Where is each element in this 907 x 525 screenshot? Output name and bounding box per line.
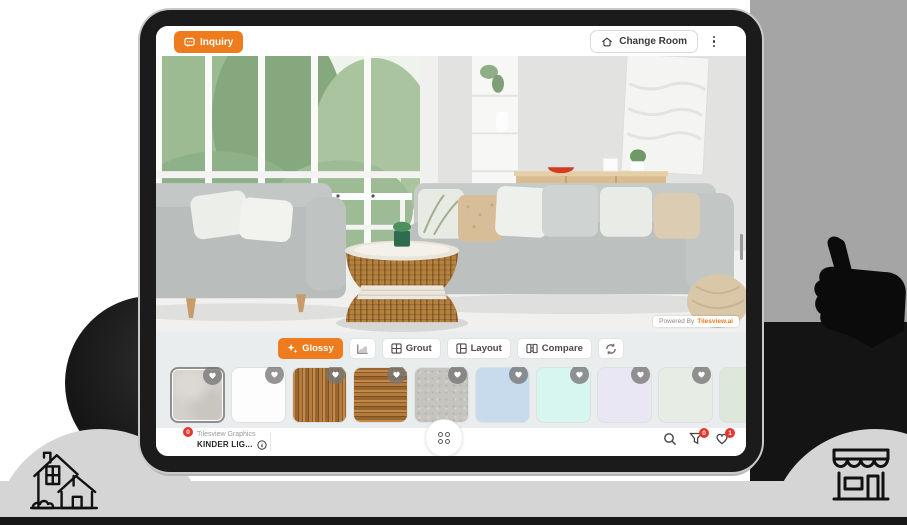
search-icon[interactable] [663, 432, 678, 447]
tilesview-logo[interactable]: 0 [172, 431, 191, 450]
background-bottom-band [0, 481, 907, 517]
favorite-heart-icon[interactable] [631, 367, 650, 384]
change-room-button[interactable]: Change Room [590, 30, 698, 53]
compare-label: Compare [542, 343, 583, 354]
favorites-badge: 1 [725, 428, 735, 438]
finish-toolbar: Glossy Grout [156, 338, 746, 359]
mint-tile[interactable] [536, 367, 591, 423]
compare-icon [526, 343, 538, 354]
product-name: KINDER LIG... [197, 440, 253, 449]
storefront-icon [828, 443, 894, 505]
inquiry-label: Inquiry [200, 37, 233, 48]
compare-button[interactable]: Compare [517, 338, 592, 359]
glossy-button[interactable]: Glossy [278, 338, 343, 359]
footer-divider [270, 433, 271, 451]
brand-block: 0 Tilesview Graphics KINDER LIG... [172, 431, 267, 450]
grout-grid-icon [391, 343, 402, 354]
area-chart-icon [356, 343, 369, 355]
inquiry-button[interactable]: Inquiry [174, 31, 243, 53]
tilesview-brand-text: Tilesview.ai [697, 318, 733, 325]
powered-by-text: Powered By [659, 318, 694, 325]
favorite-heart-icon[interactable] [570, 367, 589, 384]
favorite-heart-icon[interactable] [203, 367, 222, 385]
room-viewer[interactable]: Powered By Tilesview.ai [156, 56, 746, 332]
house-icon [28, 447, 100, 513]
chat-icon [184, 37, 195, 48]
catalog-grid-button[interactable] [425, 419, 463, 456]
lavender-tile[interactable] [597, 367, 652, 423]
layout-icon [456, 343, 467, 354]
tile-swatch-row [156, 367, 746, 427]
filter-icon[interactable]: 0 [689, 432, 704, 447]
refresh-button[interactable] [598, 338, 624, 359]
light-blue-tile[interactable] [475, 367, 530, 423]
grout-label: Grout [406, 343, 432, 354]
scroll-indicator[interactable] [740, 234, 743, 260]
pale-green-tile[interactable] [658, 367, 713, 423]
footer-actions: 0 1 [663, 432, 730, 447]
favorites-icon[interactable]: 1 [715, 432, 730, 447]
grey-stone-tile[interactable] [170, 367, 225, 423]
kebab-menu-button[interactable] [706, 32, 722, 51]
wood-plank-vertical-tile[interactable] [292, 367, 347, 423]
room-photo [156, 56, 746, 332]
tile-panel: Glossy Grout [156, 332, 746, 456]
tablet-device: Inquiry Change Room [140, 10, 762, 472]
app-topbar: Inquiry Change Room [156, 26, 746, 56]
sparkle-icon [287, 343, 298, 354]
grout-button[interactable]: Grout [382, 338, 441, 359]
promo-canvas: Inquiry Change Room [0, 0, 907, 525]
home-icon [601, 36, 613, 48]
grid-dots-icon [438, 432, 451, 445]
white-tile[interactable] [231, 367, 286, 423]
favorite-heart-icon[interactable] [387, 367, 406, 384]
info-icon[interactable] [257, 440, 267, 450]
hand-silhouette-icon [798, 233, 906, 351]
background-bottom-strip [0, 517, 907, 525]
logo-badge: 0 [183, 427, 193, 437]
app-screen: Inquiry Change Room [156, 26, 746, 456]
favorite-heart-icon[interactable] [692, 367, 711, 384]
layout-label: Layout [471, 343, 502, 354]
refresh-icon [605, 343, 617, 355]
change-room-label: Change Room [619, 36, 687, 47]
selected-product[interactable]: KINDER LIG... [197, 440, 267, 450]
app-footer: 0 Tilesview Graphics KINDER LIG... [156, 428, 746, 456]
layout-button[interactable]: Layout [447, 338, 511, 359]
surface-chart-button[interactable] [349, 338, 376, 359]
grey-speckle-tile[interactable] [414, 367, 469, 423]
favorite-heart-icon[interactable] [509, 367, 528, 384]
favorite-heart-icon[interactable] [448, 367, 467, 384]
favorite-heart-icon[interactable] [265, 367, 284, 384]
brand-name: Tilesview Graphics [197, 431, 267, 439]
powered-by-pill[interactable]: Powered By Tilesview.ai [653, 316, 739, 327]
favorite-heart-icon[interactable] [326, 367, 345, 384]
glossy-label: Glossy [302, 343, 334, 354]
filter-badge: 0 [699, 428, 709, 438]
wood-plank-horizontal-tile[interactable] [353, 367, 408, 423]
sage-tile[interactable] [719, 367, 746, 423]
